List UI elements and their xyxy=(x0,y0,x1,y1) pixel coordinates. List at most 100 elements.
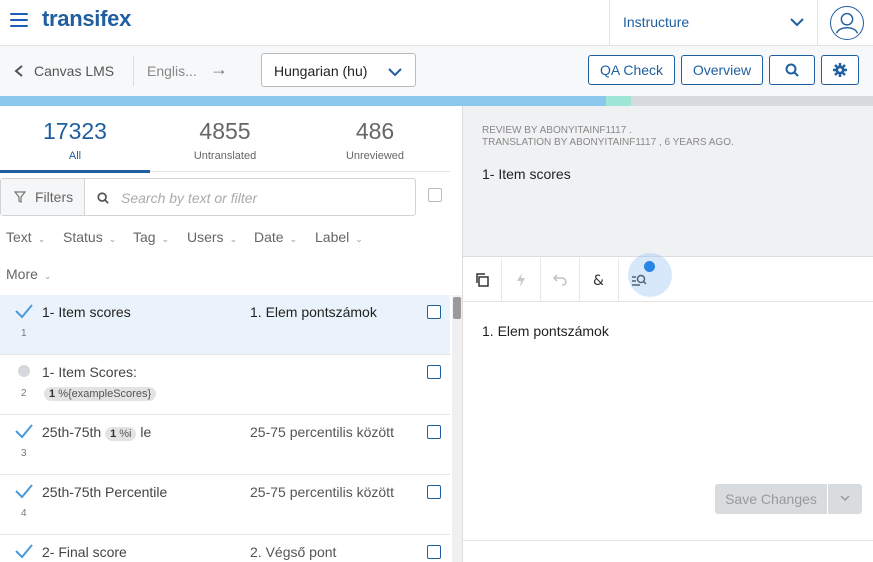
search-input[interactable]: Search by text or filter xyxy=(121,190,257,206)
search-button[interactable] xyxy=(769,55,815,85)
arrow-right-icon: → xyxy=(210,59,228,79)
row-checkbox[interactable] xyxy=(427,425,441,439)
settings-button[interactable] xyxy=(821,55,859,85)
filter-label: Tag xyxy=(133,229,156,245)
filter-status[interactable]: Status ⌄ xyxy=(63,229,116,245)
logo[interactable]: transifex xyxy=(42,6,131,32)
top-bar: transifex Instructure xyxy=(0,0,873,46)
target-string: 25-75 percentilis között xyxy=(250,424,394,440)
translation-meta: REVIEW BY ABONYITAINF1117 . TRANSLATION … xyxy=(482,125,734,149)
table-row[interactable]: 25th-75th 1 %i le 25-75 percentilis közö… xyxy=(0,415,450,475)
search-icon xyxy=(97,192,109,204)
target-string: 25-75 percentilis között xyxy=(250,484,394,500)
translation-meta-line: TRANSLATION BY ABONYITAINF1117 , 6 YEARS… xyxy=(482,137,734,148)
filter-label: Date xyxy=(254,229,284,245)
source-string: 25th-75th Percentile xyxy=(42,484,168,500)
filter-label: Text xyxy=(6,229,32,245)
filter-text[interactable]: Text ⌄ xyxy=(6,229,45,245)
row-checkbox[interactable] xyxy=(427,485,441,499)
filter-users[interactable]: Users ⌄ xyxy=(187,229,237,245)
filter-tag[interactable]: Tag ⌄ xyxy=(133,229,169,245)
filter-label: Users xyxy=(187,229,224,245)
undo-icon xyxy=(553,274,567,286)
source-string: 1- Item scores xyxy=(42,304,131,320)
select-all-checkbox[interactable] xyxy=(428,188,442,202)
back-link[interactable]: Canvas LMS xyxy=(14,63,114,79)
tab-unreviewed[interactable]: 486 Unreviewed xyxy=(300,106,450,172)
placeholder-text: %i xyxy=(119,428,132,440)
target-language-label: Hungarian (hu) xyxy=(274,63,368,79)
filter-label: Status xyxy=(63,229,103,245)
stat-label: Unreviewed xyxy=(345,150,405,162)
chevron-left-icon xyxy=(14,65,23,77)
scrollbar[interactable] xyxy=(452,295,462,562)
menu-icon[interactable] xyxy=(10,13,28,29)
chevron-down-icon: ⌄ xyxy=(229,234,238,244)
filter-label-chip[interactable]: Label ⌄ xyxy=(315,229,363,245)
source-string: 2- Final score xyxy=(42,544,127,560)
chevron-down-icon[interactable] xyxy=(839,492,851,504)
check-icon xyxy=(15,304,33,319)
table-row[interactable]: 2- Final score 2. Végső pont xyxy=(0,535,450,562)
ampersand-icon: & xyxy=(593,273,604,287)
user-avatar-icon[interactable] xyxy=(830,6,864,40)
source-string: 25th-75th 1 %i le xyxy=(42,424,151,441)
divider xyxy=(133,56,134,86)
link-button[interactable]: & xyxy=(580,258,619,302)
row-checkbox[interactable] xyxy=(427,545,441,559)
organization-select[interactable]: Instructure xyxy=(609,0,818,46)
overview-button[interactable]: Overview xyxy=(681,55,763,85)
placeholder-tag: 1 %{exampleScores} xyxy=(44,387,157,401)
review-meta: REVIEW BY ABONYITAINF1117 . xyxy=(482,125,632,136)
table-row[interactable]: 1- Item Scores: 1 %{exampleScores} 2 xyxy=(0,355,450,415)
filters-button[interactable]: Filters xyxy=(1,179,85,215)
table-row[interactable]: 25th-75th Percentile 25-75 percentilis k… xyxy=(0,475,450,535)
row-checkbox[interactable] xyxy=(427,305,441,319)
progress-translated xyxy=(0,96,606,106)
row-index: 3 xyxy=(21,448,27,459)
stat-number: 4855 xyxy=(199,118,251,144)
tab-untranslated[interactable]: 4855 Untranslated xyxy=(150,106,300,172)
chevron-down-icon: ⌄ xyxy=(43,271,52,281)
stat-number: 486 xyxy=(355,118,395,144)
machine-translation-button[interactable] xyxy=(502,258,541,302)
chevron-down-icon xyxy=(790,18,804,27)
placeholder-tag: 1 %i xyxy=(105,427,137,441)
target-language-select[interactable]: Hungarian (hu) xyxy=(261,53,416,87)
chevron-down-icon: ⌄ xyxy=(108,234,117,244)
source-panel: REVIEW BY ABONYITAINF1117 . TRANSLATION … xyxy=(463,106,873,257)
translation-text[interactable]: 1. Elem pontszámok xyxy=(482,323,609,339)
filter-label: More xyxy=(6,266,38,282)
target-string: 2. Végső pont xyxy=(250,544,337,560)
stat-number: 17323 xyxy=(43,118,107,144)
copy-icon xyxy=(476,273,489,287)
lightning-icon xyxy=(517,273,525,287)
copy-source-button[interactable] xyxy=(463,258,502,302)
filter-date[interactable]: Date ⌄ xyxy=(254,229,297,245)
filters-label: Filters xyxy=(35,189,74,205)
qa-check-button[interactable]: QA Check xyxy=(588,55,675,85)
check-icon xyxy=(15,544,33,559)
placeholder-text: %{exampleScores} xyxy=(58,388,152,400)
filter-more[interactable]: More ⌄ xyxy=(6,266,51,282)
row-index: 2 xyxy=(21,388,27,399)
save-changes-label: Save Changes xyxy=(725,491,817,507)
progress-reviewed xyxy=(605,96,632,106)
stat-label: Untranslated xyxy=(193,150,257,162)
row-checkbox[interactable] xyxy=(427,365,441,379)
filter-search-box: Filters Search by text or filter xyxy=(0,178,416,216)
strings-list: 1- Item scores 1. Elem pontszámok 1 1- I… xyxy=(0,295,450,562)
divider xyxy=(827,484,828,514)
table-row[interactable]: 1- Item scores 1. Elem pontszámok 1 xyxy=(0,295,450,355)
tab-all[interactable]: 17323 All xyxy=(0,106,150,173)
save-changes-button[interactable]: Save Changes xyxy=(715,484,862,514)
back-label: Canvas LMS xyxy=(34,63,115,79)
placeholder-number: 1 xyxy=(110,428,117,440)
filter-icon xyxy=(14,191,26,203)
undo-button[interactable] xyxy=(541,258,580,302)
stat-label: All xyxy=(68,150,82,162)
scrollbar-thumb[interactable] xyxy=(453,297,461,319)
translation-editor[interactable]: 1. Elem pontszámok xyxy=(463,303,873,562)
stats-tabs: 17323 All 4855 Untranslated 486 Unreview… xyxy=(0,106,450,173)
source-part: 25th-75th xyxy=(42,424,102,440)
